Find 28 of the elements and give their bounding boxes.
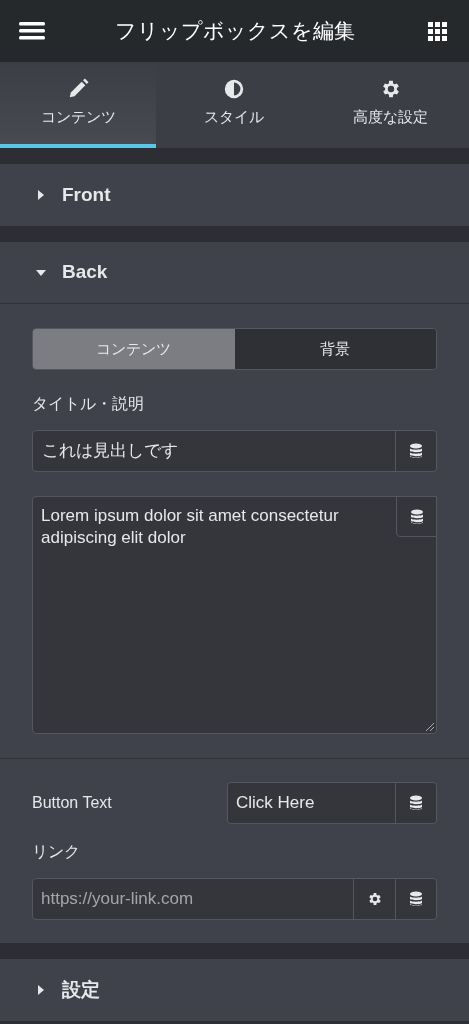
- description-textarea[interactable]: Lorem ipsum dolor sit amet consectetur adipiscing elit dolor: [32, 496, 437, 734]
- database-icon: [409, 443, 423, 459]
- dynamic-tags-button[interactable]: [396, 496, 437, 537]
- segment-tab[interactable]: 背景: [234, 329, 436, 369]
- link-input[interactable]: https://your-link.com: [33, 879, 353, 919]
- database-icon: [409, 891, 423, 907]
- database-icon: [409, 795, 423, 811]
- menu-icon: [19, 22, 45, 40]
- caret-right-icon: [36, 190, 46, 200]
- section-header[interactable]: Front: [0, 164, 469, 226]
- button-text-field[interactable]: Click Here: [227, 782, 437, 824]
- caret-right-icon: [36, 985, 46, 995]
- pencil-icon: [67, 77, 90, 100]
- database-icon: [409, 508, 424, 525]
- field-label: タイトル・説明: [32, 394, 145, 414]
- caret-down-icon: [36, 267, 46, 278]
- field-label: Button Text: [32, 793, 112, 813]
- contrast-icon: [223, 77, 246, 100]
- link-field[interactable]: https://your-link.com: [32, 878, 437, 920]
- grid-icon: [427, 21, 447, 41]
- section-header[interactable]: Back: [0, 242, 469, 304]
- panel-title: フリップボックスを編集: [114, 18, 355, 45]
- resize-handle-icon: [426, 723, 434, 731]
- section-header[interactable]: 設定: [0, 959, 469, 1021]
- field-label: リンク: [32, 842, 81, 862]
- tab[interactable]: スタイル: [156, 62, 313, 148]
- tab[interactable]: 高度な設定: [312, 62, 469, 148]
- title-field[interactable]: これは見出しです: [32, 430, 437, 472]
